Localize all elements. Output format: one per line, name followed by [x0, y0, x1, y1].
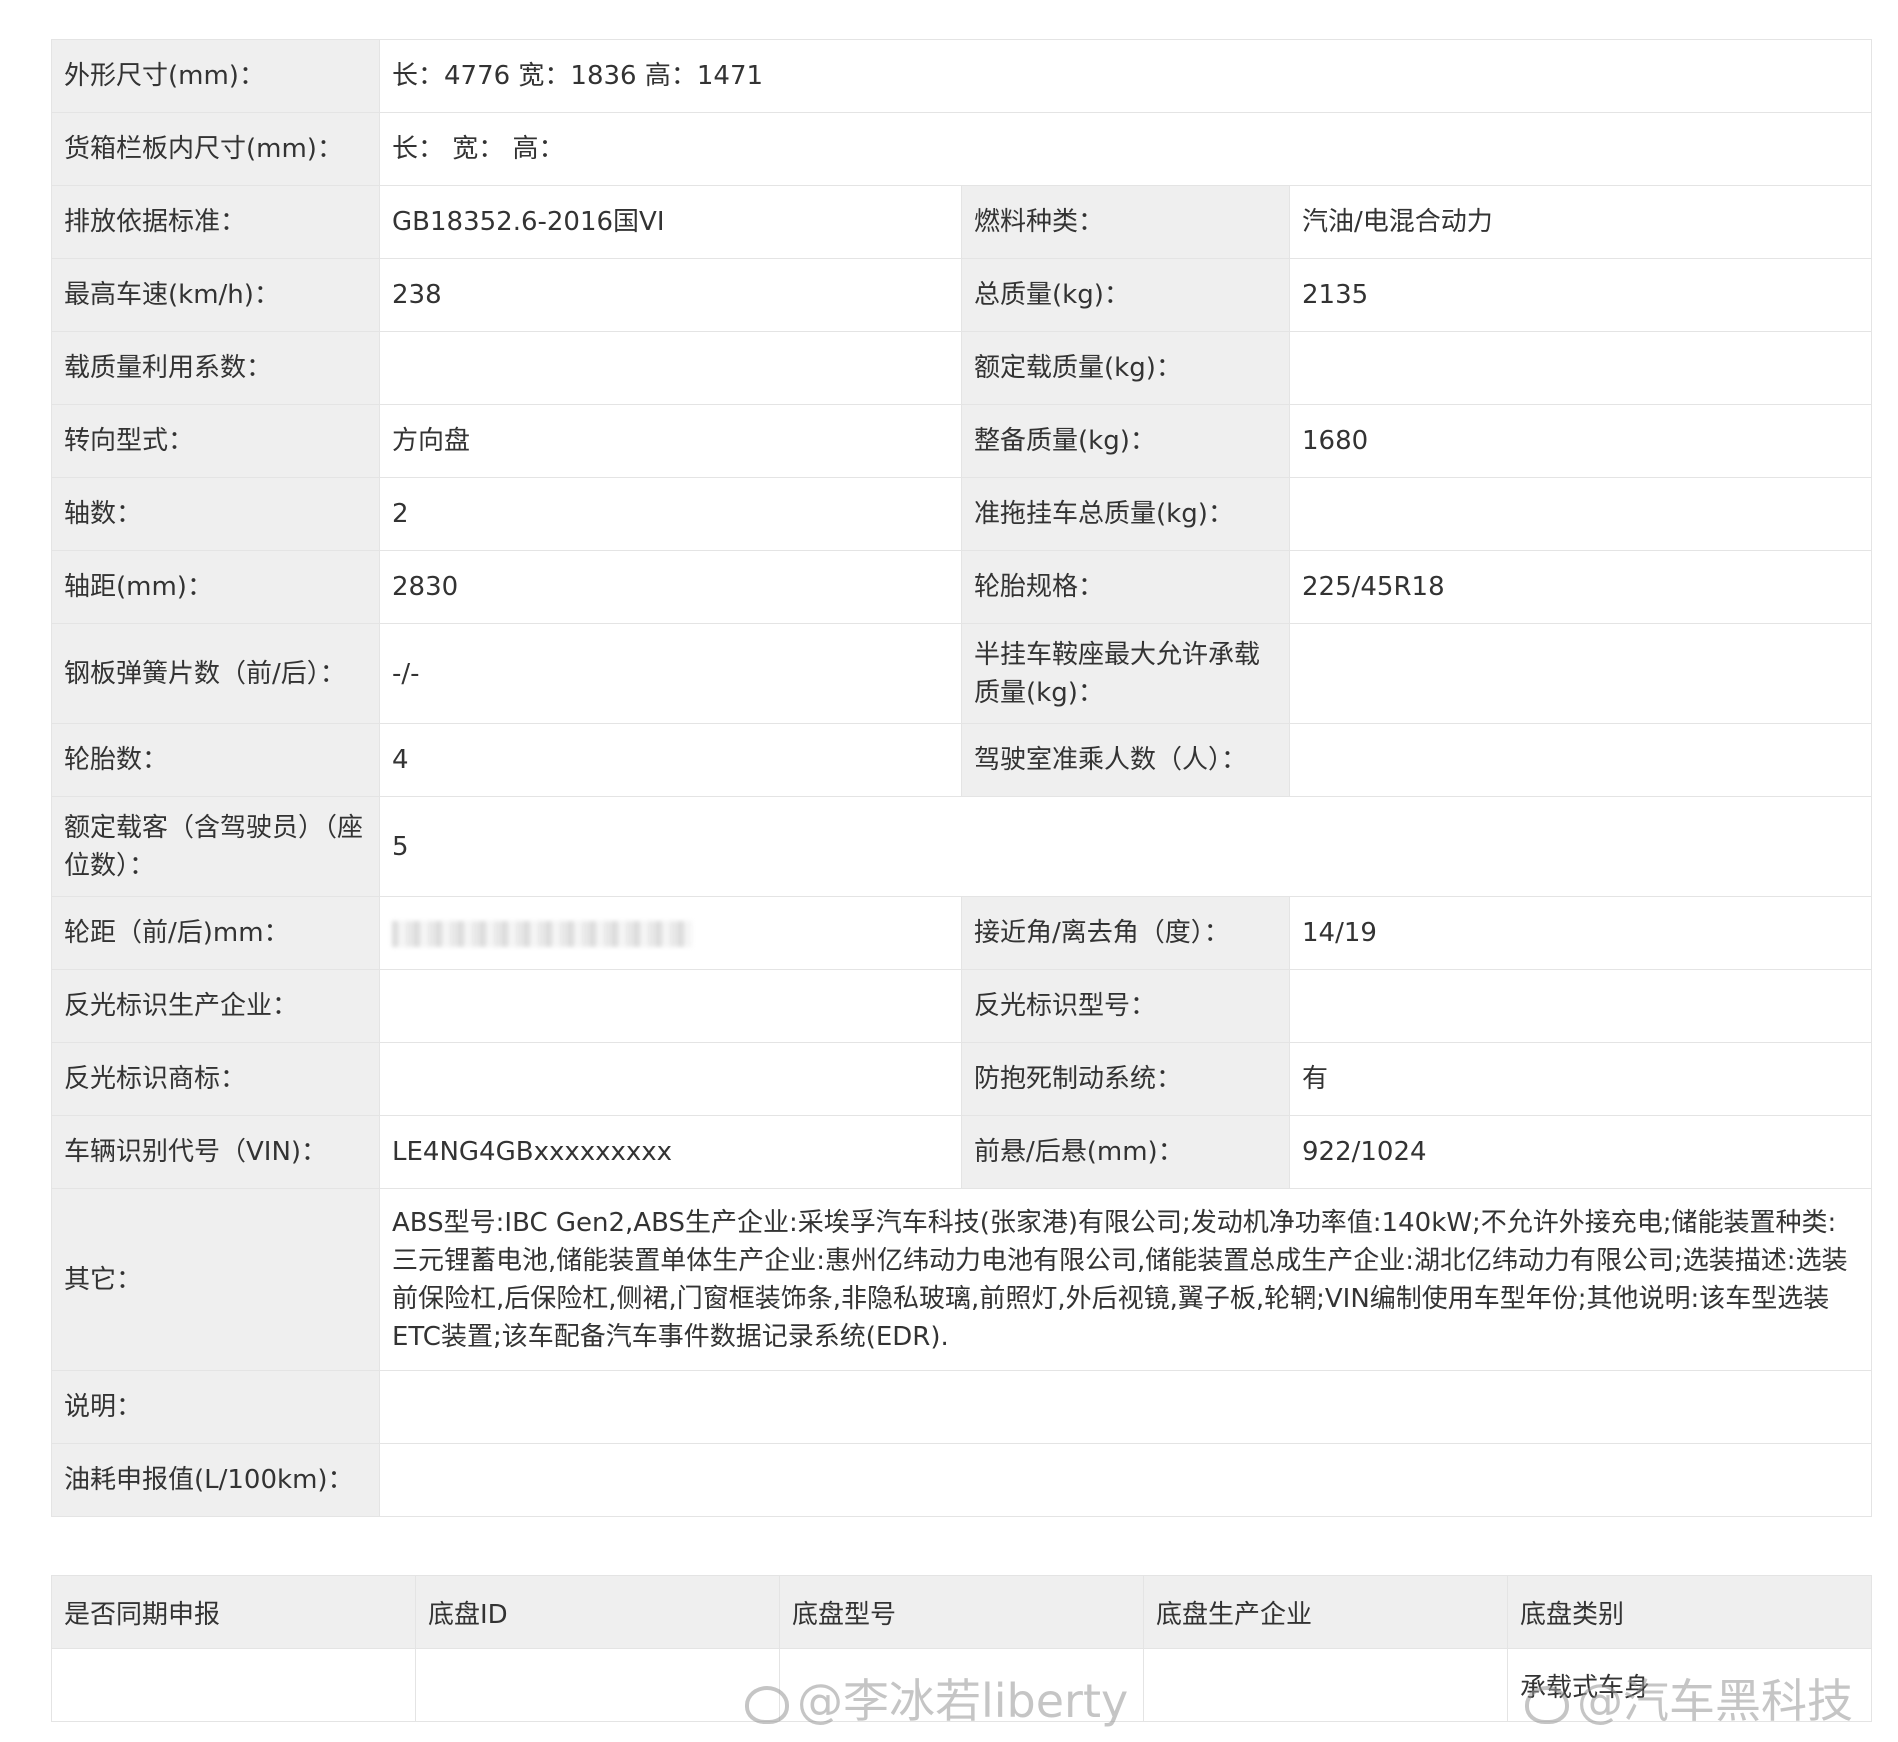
overhang-label: 前悬/后悬(mm)： [961, 1115, 1290, 1189]
steering-value: 方向盘 [379, 404, 962, 478]
wheelbase-label: 轴距(mm)： [51, 550, 380, 624]
spec-row: 轮胎数： 4 驾驶室准乘人数（人）： [51, 723, 1872, 797]
watermark-left-text: @李冰若liberty [797, 1674, 1129, 1728]
fuel-consumption-label: 油耗申报值(L/100km)： [51, 1443, 380, 1517]
dimensions-label: 外形尺寸(mm)： [51, 39, 380, 113]
weibo-logo-icon [745, 1685, 789, 1724]
cab-seats-value [1289, 723, 1872, 797]
watermark-left: @李冰若liberty [745, 1665, 1128, 1731]
chassis-header-model: 底盘型号 [779, 1575, 1144, 1649]
tire-spec-label: 轮胎规格： [961, 550, 1290, 624]
wheelbase-value: 2830 [379, 550, 962, 624]
axles-value: 2 [379, 477, 962, 551]
total-mass-value: 2135 [1289, 258, 1872, 332]
other-label: 其它： [51, 1188, 380, 1371]
chassis-header-maker: 底盘生产企业 [1143, 1575, 1508, 1649]
cab-seats-label: 驾驶室准乘人数（人）： [961, 723, 1290, 797]
tires-label: 轮胎数： [51, 723, 380, 797]
steering-label: 转向型式： [51, 404, 380, 478]
fuel-value: 汽油/电混合动力 [1289, 185, 1872, 259]
total-mass-label: 总质量(kg)： [961, 258, 1290, 332]
watermark-right: @汽车黑科技 [1525, 1665, 1853, 1731]
fuel-consumption-value [379, 1443, 1872, 1517]
spec-row: 轴数： 2 准拖挂车总质量(kg)： [51, 477, 1872, 551]
rated-load-value [1289, 331, 1872, 405]
redacted-blur [392, 920, 692, 947]
tire-spec-value: 225/45R18 [1289, 550, 1872, 624]
dimensions-value: 长：4776 宽：1836 高：1471 [379, 39, 1872, 113]
trailer-mass-label: 准拖挂车总质量(kg)： [961, 477, 1290, 551]
vin-value: LE4NG4GBxxxxxxxxx [379, 1115, 962, 1189]
spec-row: 油耗申报值(L/100km)： [51, 1443, 1872, 1517]
reflector-maker-value [379, 969, 962, 1043]
chassis-header-concurrent: 是否同期申报 [51, 1575, 416, 1649]
emission-value: GB18352.6-2016国VI [379, 185, 962, 259]
vehicle-spec-table: 外形尺寸(mm)： 长：4776 宽：1836 高：1471 货箱栏板内尺寸(m… [51, 39, 1872, 1517]
spec-row: 钢板弹簧片数（前/后）： -/- 半挂车鞍座最大允许承载质量(kg)： [51, 623, 1872, 724]
angles-label: 接近角/离去角（度）： [961, 896, 1290, 970]
curb-mass-value: 1680 [1289, 404, 1872, 478]
abs-label: 防抱死制动系统： [961, 1042, 1290, 1116]
spec-row: 载质量利用系数： 额定载质量(kg)： [51, 331, 1872, 405]
spec-row: 轴距(mm)： 2830 轮胎规格： 225/45R18 [51, 550, 1872, 624]
overhang-value: 922/1024 [1289, 1115, 1872, 1189]
load-coeff-label: 载质量利用系数： [51, 331, 380, 405]
cargo-dims-value: 长： 宽： 高： [379, 112, 1872, 186]
max-speed-value: 238 [379, 258, 962, 332]
vin-label: 车辆识别代号（VIN)： [51, 1115, 380, 1189]
note-value [379, 1370, 1872, 1444]
passengers-label: 额定载客（含驾驶员）（座位数）： [51, 796, 380, 897]
other-value: ABS型号:IBC Gen2,ABS生产企业:采埃孚汽车科技(张家港)有限公司;… [379, 1188, 1872, 1371]
reflector-brand-value [379, 1042, 962, 1116]
tires-value: 4 [379, 723, 962, 797]
axles-label: 轴数： [51, 477, 380, 551]
note-label: 说明： [51, 1370, 380, 1444]
fuel-label: 燃料种类： [961, 185, 1290, 259]
reflector-maker-label: 反光标识生产企业： [51, 969, 380, 1043]
reflector-model-value [1289, 969, 1872, 1043]
reflector-brand-label: 反光标识商标： [51, 1042, 380, 1116]
emission-label: 排放依据标准： [51, 185, 380, 259]
spec-row: 额定载客（含驾驶员）（座位数）： 5 [51, 796, 1872, 897]
spec-row: 排放依据标准： GB18352.6-2016国VI 燃料种类： 汽油/电混合动力 [51, 185, 1872, 259]
reflector-model-label: 反光标识型号： [961, 969, 1290, 1043]
load-coeff-value [379, 331, 962, 405]
leaf-springs-value: -/- [379, 623, 962, 724]
chassis-cell-id [415, 1648, 780, 1722]
trailer-mass-value [1289, 477, 1872, 551]
spec-row: 反光标识生产企业： 反光标识型号： [51, 969, 1872, 1043]
cargo-dims-label: 货箱栏板内尺寸(mm)： [51, 112, 380, 186]
chassis-header-id: 底盘ID [415, 1575, 780, 1649]
spec-row: 转向型式： 方向盘 整备质量(kg)： 1680 [51, 404, 1872, 478]
rated-load-label: 额定载质量(kg)： [961, 331, 1290, 405]
spec-row: 外形尺寸(mm)： 长：4776 宽：1836 高：1471 [51, 39, 1872, 113]
spec-row: 说明： [51, 1370, 1872, 1444]
spec-row: 轮距（前/后)mm： 接近角/离去角（度）： 14/19 [51, 896, 1872, 970]
track-label: 轮距（前/后)mm： [51, 896, 380, 970]
weibo-logo-icon [1525, 1685, 1569, 1724]
chassis-header-row: 是否同期申报 底盘ID 底盘型号 底盘生产企业 底盘类别 [51, 1575, 1872, 1649]
semi-trailer-value [1289, 623, 1872, 724]
spec-row: 其它： ABS型号:IBC Gen2,ABS生产企业:采埃孚汽车科技(张家港)有… [51, 1188, 1872, 1371]
abs-value: 有 [1289, 1042, 1872, 1116]
chassis-cell-concurrent [51, 1648, 416, 1722]
chassis-header-category: 底盘类别 [1507, 1575, 1872, 1649]
watermark-right-text: @汽车黑科技 [1577, 1674, 1853, 1728]
spec-row: 车辆识别代号（VIN)： LE4NG4GBxxxxxxxxx 前悬/后悬(mm)… [51, 1115, 1872, 1189]
track-value [379, 896, 962, 970]
max-speed-label: 最高车速(km/h)： [51, 258, 380, 332]
spec-row: 最高车速(km/h)： 238 总质量(kg)： 2135 [51, 258, 1872, 332]
spec-row: 反光标识商标： 防抱死制动系统： 有 [51, 1042, 1872, 1116]
angles-value: 14/19 [1289, 896, 1872, 970]
curb-mass-label: 整备质量(kg)： [961, 404, 1290, 478]
passengers-value: 5 [379, 796, 1872, 897]
spec-row: 货箱栏板内尺寸(mm)： 长： 宽： 高： [51, 112, 1872, 186]
leaf-springs-label: 钢板弹簧片数（前/后）： [51, 623, 380, 724]
semi-trailer-label: 半挂车鞍座最大允许承载质量(kg)： [961, 623, 1290, 724]
chassis-cell-maker [1143, 1648, 1508, 1722]
